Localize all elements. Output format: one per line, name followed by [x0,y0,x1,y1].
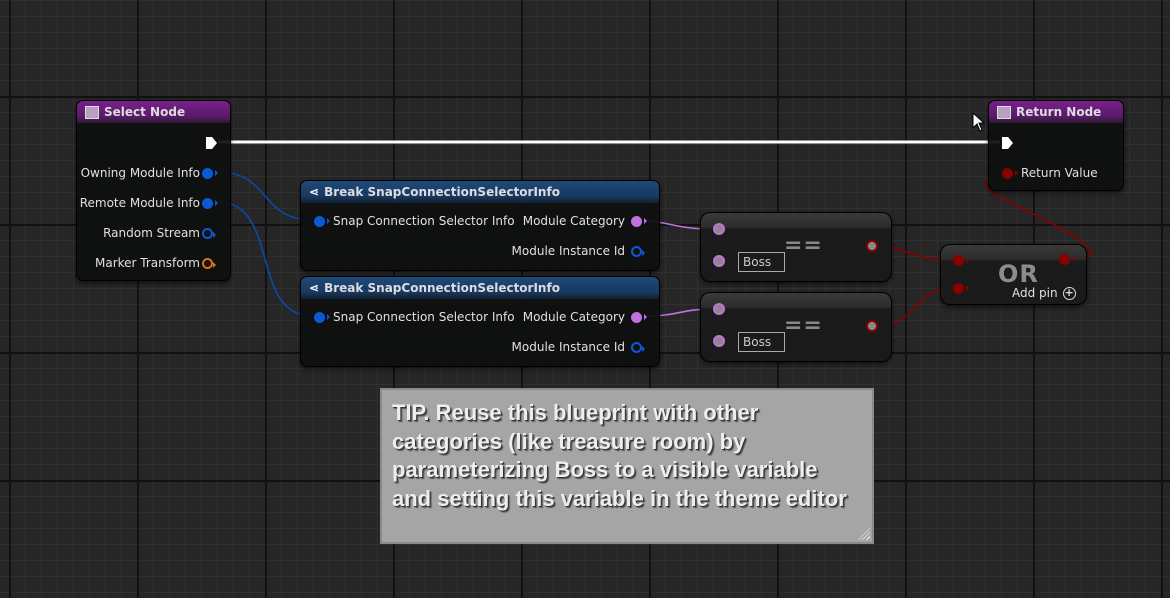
owning-module-info-pin[interactable] [202,168,218,179]
input-b-pin[interactable] [713,255,725,267]
module-instance-id-pin[interactable] [631,342,645,353]
pin-label: Snap Connection Selector Info [333,310,515,324]
return-node-header[interactable]: Return Node [989,101,1123,123]
pin-label: Snap Connection Selector Info [333,214,515,228]
input-a-pin[interactable] [713,223,725,235]
break-node-header[interactable]: ⋖ Break SnapConnectionSelectorInfo [301,277,659,299]
pin-label: Module Instance Id [511,340,625,354]
or-output-pin[interactable] [1059,254,1075,265]
plus-circle-icon: + [1062,285,1076,300]
break-icon: ⋖ [309,185,320,199]
or-operator: OR [998,260,1039,288]
equals-operator: == [784,313,823,338]
boss-value-field[interactable]: Boss [738,252,785,272]
add-pin-label: Add pin [1012,286,1058,300]
break-node-header[interactable]: ⋖ Break SnapConnectionSelectorInfo [301,181,659,203]
pin-label: Module Category [522,310,625,324]
break-node-1[interactable]: ⋖ Break SnapConnectionSelectorInfo Snap C… [300,180,660,271]
or-input-a-pin[interactable] [953,255,969,266]
random-stream-pin[interactable] [202,228,216,239]
result-pin[interactable] [866,240,878,252]
pin-label: Random Stream [103,226,200,240]
snap-connection-input-pin[interactable] [314,312,330,323]
resize-handle-icon[interactable] [858,528,870,540]
exec-in-pin[interactable] [1002,137,1013,149]
select-node-title: Select Node [104,105,186,119]
pin-label: Module Instance Id [511,244,625,258]
select-node[interactable]: Select Node Owning Module Info Remote Mo… [76,100,231,281]
break-node-title: Break SnapConnectionSelectorInfo [324,281,560,295]
module-instance-id-pin[interactable] [631,246,645,257]
result-pin[interactable] [866,320,878,332]
module-category-pin[interactable] [631,216,647,227]
wire-owning-module [217,171,313,221]
equal-node-2[interactable]: Boss == [700,292,892,362]
break-icon: ⋖ [309,281,320,295]
remote-module-info-pin[interactable] [202,198,218,209]
pin-label: Return Value [1021,166,1098,180]
module-category-pin[interactable] [631,312,647,323]
function-icon [85,105,99,119]
add-pin-button[interactable]: Add pin + [1012,286,1076,300]
boss-value-field[interactable]: Boss [738,332,785,352]
comment-text: TIP. Reuse this blueprint with other cat… [392,400,847,511]
input-b-pin[interactable] [713,335,725,347]
break-node-title: Break SnapConnectionSelectorInfo [324,185,560,199]
select-node-header[interactable]: Select Node [77,101,230,123]
comment-box[interactable]: TIP. Reuse this blueprint with other cat… [380,388,874,544]
snap-connection-input-pin[interactable] [314,216,330,227]
or-node[interactable]: OR Add pin + [940,244,1087,305]
equals-operator: == [784,233,823,258]
equal-node-1[interactable]: Boss == [700,212,892,282]
or-input-b-pin[interactable] [953,283,969,294]
pin-label: Remote Module Info [79,196,200,210]
function-icon [997,105,1011,119]
return-node[interactable]: Return Node Return Value [988,100,1124,191]
mouse-cursor-icon [972,112,986,132]
return-node-title: Return Node [1016,105,1102,119]
break-node-2[interactable]: ⋖ Break SnapConnectionSelectorInfo Snap C… [300,276,660,367]
exec-out-pin[interactable] [206,137,217,149]
input-a-pin[interactable] [713,303,725,315]
pin-label: Module Category [522,214,625,228]
marker-transform-pin[interactable] [202,258,216,269]
pin-label: Owning Module Info [80,166,200,180]
pin-label: Marker Transform [95,256,200,270]
return-value-pin[interactable] [1002,168,1018,179]
